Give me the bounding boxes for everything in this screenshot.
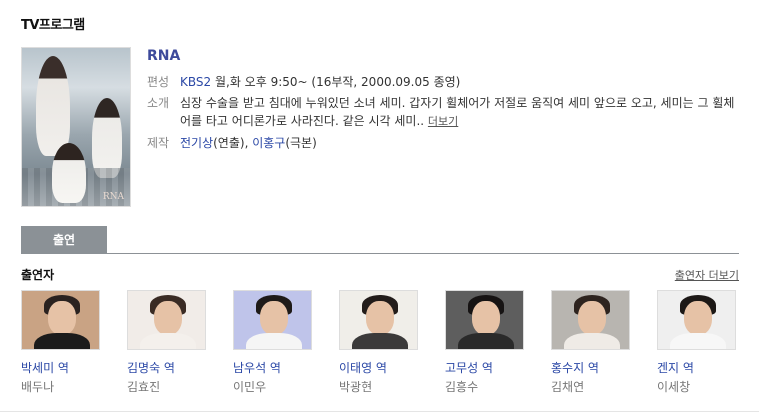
cast-role[interactable]: 고무성 역	[445, 359, 525, 376]
cast-photo-face	[260, 301, 288, 335]
summary-row: 소개 심장 수술을 받고 침대에 누워있던 소녀 세미. 갑자기 휠체어가 저절…	[147, 94, 742, 131]
poster-logo: RNA	[102, 192, 124, 202]
cast-photo[interactable]	[445, 290, 524, 350]
cast-section-title: 출연자	[21, 268, 55, 282]
cast-photo[interactable]	[21, 290, 100, 350]
cast-item[interactable]: 김명숙 역김효진	[127, 290, 207, 395]
section-title: TV프로그램	[21, 18, 85, 33]
cast-actor[interactable]: 이세창	[657, 378, 737, 395]
cast-item[interactable]: 이태영 역박광현	[339, 290, 419, 395]
program-poster[interactable]: RNA	[21, 47, 131, 207]
cast-actor[interactable]: 이민우	[233, 378, 313, 395]
cast-photo-body	[34, 333, 90, 349]
schedule-label: 편성	[147, 75, 170, 89]
cast-item[interactable]: 남우석 역이민우	[233, 290, 313, 395]
cast-photo-body	[140, 333, 196, 349]
cast-actor[interactable]: 배두나	[21, 378, 101, 395]
cast-item[interactable]: 고무성 역김흥수	[445, 290, 525, 395]
cast-actor[interactable]: 박광현	[339, 378, 419, 395]
divider	[0, 411, 759, 412]
director-role: (연출),	[213, 136, 253, 150]
staff-row: 제작 전기상(연출), 이홍구(극본)	[147, 134, 317, 152]
cast-photo-face	[472, 301, 500, 335]
poster-figure	[92, 98, 122, 178]
cast-photo-body	[458, 333, 514, 349]
summary-more-link[interactable]: 더보기	[428, 115, 458, 128]
summary-value: 심장 수술을 받고 침대에 누워있던 소녀 세미. 갑자기 휠체어가 저절로 움…	[180, 94, 742, 131]
cast-role[interactable]: 박세미 역	[21, 359, 101, 376]
poster-figure	[36, 56, 70, 156]
schedule-text: 월,화 오후 9:50~ (16부작, 2000.09.05 종영)	[211, 75, 461, 89]
cast-role[interactable]: 남우석 역	[233, 359, 313, 376]
staff-label: 제작	[147, 136, 170, 150]
cast-photo-face	[366, 301, 394, 335]
cast-photo-face	[48, 301, 76, 335]
cast-photo[interactable]	[657, 290, 736, 350]
cast-photo[interactable]	[233, 290, 312, 350]
cast-photo-body	[352, 333, 408, 349]
schedule-row: 편성 KBS2 월,화 오후 9:50~ (16부작, 2000.09.05 종…	[147, 73, 460, 91]
cast-actor[interactable]: 김흥수	[445, 378, 525, 395]
cast-role[interactable]: 이태영 역	[339, 359, 419, 376]
cast-photo-face	[684, 301, 712, 335]
cast-photo-body	[246, 333, 302, 349]
cast-role[interactable]: 김명숙 역	[127, 359, 207, 376]
tab-bar: 출연	[21, 226, 739, 254]
cast-photo-face	[154, 301, 182, 335]
cast-role[interactable]: 홍수지 역	[551, 359, 631, 376]
cast-more-link[interactable]: 출연자 더보기	[675, 267, 739, 283]
summary-label: 소개	[147, 96, 170, 110]
cast-item[interactable]: 겐지 역이세창	[657, 290, 737, 395]
cast-photo-body	[670, 333, 726, 349]
writer-role: (극본)	[285, 136, 317, 150]
cast-item[interactable]: 홍수지 역김채연	[551, 290, 631, 395]
staff-value: 전기상(연출), 이홍구(극본)	[180, 134, 317, 152]
cast-photo-body	[564, 333, 620, 349]
cast-actor[interactable]: 김채연	[551, 378, 631, 395]
cast-photo[interactable]	[127, 290, 206, 350]
director-link[interactable]: 전기상	[180, 136, 213, 150]
cast-photo[interactable]	[551, 290, 630, 350]
channel-link[interactable]: KBS2	[180, 75, 211, 89]
cast-actor[interactable]: 김효진	[127, 378, 207, 395]
program-title[interactable]: RNA	[147, 48, 180, 64]
schedule-value: KBS2 월,화 오후 9:50~ (16부작, 2000.09.05 종영)	[180, 73, 460, 91]
cast-item[interactable]: 박세미 역배두나	[21, 290, 101, 395]
writer-link[interactable]: 이홍구	[252, 136, 285, 150]
cast-photo[interactable]	[339, 290, 418, 350]
poster-figure	[52, 143, 86, 203]
cast-role[interactable]: 겐지 역	[657, 359, 737, 376]
tab-cast[interactable]: 출연	[21, 226, 107, 254]
cast-list: 박세미 역 배두나 김명숙 역 김효진 남우석 역 이민우 이태영 역 박광현 고무성 역 김흥수…	[21, 290, 739, 400]
cast-photo-face	[578, 301, 606, 335]
